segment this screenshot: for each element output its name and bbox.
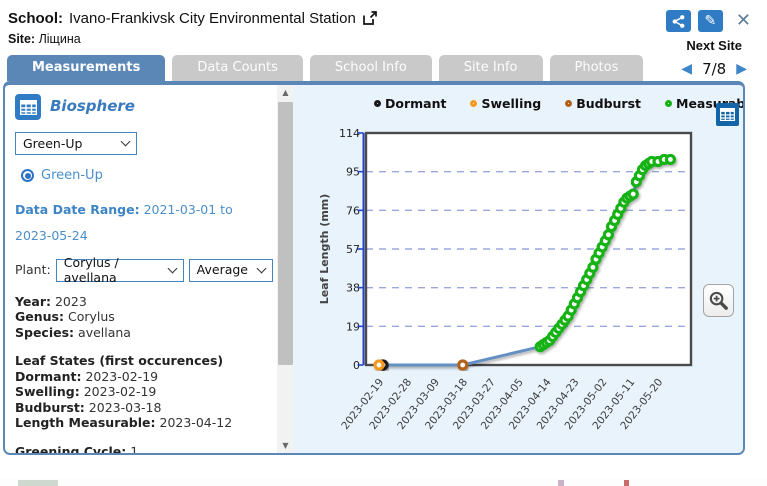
share-icon (671, 14, 686, 29)
scroll-down-icon[interactable]: ▼ (277, 438, 294, 453)
legend-item-budburst: Budburst (565, 96, 641, 111)
legend-label: Budburst (576, 96, 641, 111)
data-date-range: Data Date Range: 2021-03-01 to 2023-05-2… (15, 197, 271, 249)
tab-measurements[interactable]: Measurements (7, 55, 165, 81)
scrollbar-thumb[interactable] (278, 102, 293, 365)
svg-text:Leaf Length (mm): Leaf Length (mm) (318, 194, 331, 305)
measurements-panel: Biosphere Green-Up Green-Up Data Date Ra… (3, 81, 745, 455)
date-range-label: Data Date Range: (15, 202, 140, 217)
tab-data-counts[interactable]: Data Counts (172, 55, 303, 81)
background-content-sliver (0, 478, 767, 486)
plant-select-row: Plant: Corylus / avellana Average (15, 259, 273, 282)
school-name: Ivano-Frankivsk City Environmental Stati… (69, 10, 356, 27)
chevron-down-icon (257, 263, 267, 273)
tab-photos[interactable]: Photos (550, 55, 644, 81)
chevron-down-icon (167, 263, 177, 273)
leaf-states-title: Leaf States (first occurences) (15, 353, 223, 368)
pager-count: 7/8 (702, 60, 726, 78)
tab-site-info[interactable]: Site Info (439, 55, 543, 81)
plant-label: Plant: (15, 262, 51, 278)
data-table-button[interactable] (716, 103, 739, 126)
protocol-select-value: Green-Up (23, 136, 82, 152)
budburst-marker-icon (565, 100, 572, 107)
aggregate-select-value: Average (197, 262, 248, 278)
protocol-header: Biosphere (15, 94, 273, 120)
site-label: Site: (8, 32, 35, 46)
site-data-window: School: Ivano-Frankivsk City Environment… (0, 0, 767, 486)
genus-line: Genus: Corylus (15, 309, 273, 325)
pencil-icon: ✎ (705, 14, 717, 28)
measurement-sidebar: Biosphere Green-Up Green-Up Data Date Ra… (5, 85, 277, 453)
greenup-radio-label: Green-Up (41, 168, 103, 184)
measurable-marker-icon (665, 100, 672, 107)
chart-legend: DormantSwellingBudburstMeasurable (374, 96, 745, 111)
swelling-marker-icon (470, 100, 477, 107)
scroll-up-icon[interactable]: ▲ (277, 85, 294, 100)
tabs: Measurements Data Counts School Info Site I… (7, 55, 650, 81)
window-header: School: Ivano-Frankivsk City Environment… (0, 0, 767, 46)
chart-pane: DormantSwellingBudburstMeasurable 019385… (294, 85, 743, 453)
chart-zoom-button[interactable] (703, 284, 734, 317)
school-title-row: School: Ivano-Frankivsk City Environment… (8, 10, 759, 27)
legend-label: Dormant (385, 96, 446, 111)
length-measurable-line: Length Measurable: 2023-04-12 (15, 415, 273, 431)
greenup-radio[interactable] (21, 169, 34, 182)
swelling-line: Swelling: 2023-02-19 (15, 384, 273, 400)
plant-select-value: Corylus / avellana (64, 255, 159, 286)
biosphere-table-icon (15, 94, 41, 120)
header-actions: ✎ ✕ (666, 10, 751, 32)
share-button[interactable] (666, 10, 691, 32)
site-name: Ліщина (39, 32, 81, 46)
leaf-length-chart: 01938577695114Leaf Length (mm)2023-02-19… (294, 85, 728, 453)
species-line: Species: avellana (15, 325, 273, 341)
next-site-arrow-icon[interactable]: ▶ (736, 61, 747, 77)
leaf-states: Leaf States (first occurences) Dormant: … (15, 353, 273, 431)
svg-text:114: 114 (339, 127, 360, 140)
protocol-title: Biosphere (50, 99, 135, 115)
greenup-radio-row: Green-Up (15, 168, 273, 184)
next-site-label: Next Site (686, 38, 742, 53)
chevron-down-icon (121, 137, 131, 147)
legend-item-swelling: Swelling (470, 96, 541, 111)
plant-summary: Year: 2023 Genus: Corylus Species: avell… (15, 294, 273, 341)
magnifier-plus-icon (708, 290, 729, 311)
dormant-line: Dormant: 2023-02-19 (15, 369, 273, 385)
budburst-line: Budburst: 2023-03-18 (15, 400, 273, 416)
site-pager: ◀ 7/8 ▶ (681, 60, 747, 78)
legend-label: Swelling (481, 96, 541, 111)
site-title-row: Site: Ліщина (8, 32, 759, 46)
tab-school-info[interactable]: School Info (310, 55, 432, 81)
cycle-info: Greening Cycle: 1 Vegetation Type: shrub (15, 444, 273, 454)
previous-site-arrow-icon[interactable]: ◀ (681, 61, 692, 77)
legend-item-dormant: Dormant (374, 96, 446, 111)
close-icon[interactable]: ✕ (736, 12, 751, 30)
table-icon (720, 108, 735, 121)
open-external-icon[interactable] (362, 11, 378, 26)
aggregate-select[interactable]: Average (189, 259, 273, 282)
plant-select[interactable]: Corylus / avellana (56, 259, 184, 282)
dormant-marker-icon (374, 100, 381, 107)
tabs-bar: Measurements Data Counts School Info Site I… (0, 54, 767, 81)
sidebar-scrollbar[interactable]: ▲ ▼ (277, 85, 294, 453)
protocol-select[interactable]: Green-Up (15, 132, 137, 155)
year-line: Year: 2023 (15, 294, 273, 310)
greening-cycle-line: Greening Cycle: 1 (15, 444, 273, 454)
edit-button[interactable]: ✎ (698, 10, 723, 32)
school-label: School: (8, 10, 63, 27)
